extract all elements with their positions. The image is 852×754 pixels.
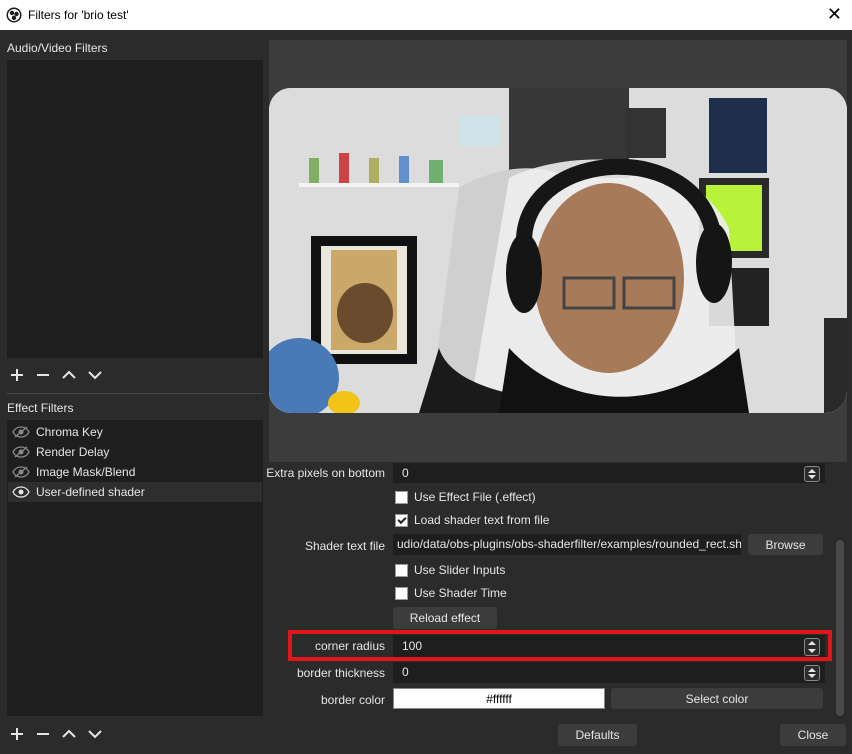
move-up-icon[interactable] [60, 725, 78, 743]
eye-visible-icon[interactable] [12, 485, 30, 499]
move-down-icon[interactable] [86, 366, 104, 384]
camera-preview [269, 88, 847, 413]
effect-filter-item-render-delay[interactable]: Render Delay [8, 442, 262, 462]
use-shader-time-label: Use Shader Time [414, 586, 507, 600]
use-effect-file-label: Use Effect File (.effect) [414, 490, 536, 504]
effect-filter-item-image-mask-blend[interactable]: Image Mask/Blend [8, 462, 262, 482]
window-title: Filters for 'brio test' [28, 8, 129, 22]
extra-pixels-bottom-field[interactable]: 0 [393, 463, 825, 483]
filter-label: Chroma Key [36, 425, 103, 439]
section-divider [6, 393, 263, 394]
effect-filters-label: Effect Filters [7, 401, 74, 415]
shader-text-file-field[interactable]: udio/data/obs-plugins/obs-shaderfilter/e… [393, 534, 741, 555]
extra-pixels-bottom-label: Extra pixels on bottom [266, 466, 385, 480]
audio-video-filters-list[interactable] [7, 60, 263, 358]
use-effect-file-row[interactable]: Use Effect File (.effect) [395, 490, 536, 504]
border-thickness-label: border thickness [296, 666, 385, 680]
properties-scrollbar[interactable] [835, 540, 845, 718]
eye-hidden-icon[interactable] [12, 445, 30, 459]
border-color-swatch: #ffffff [393, 688, 605, 709]
shader-text-file-label: Shader text file [304, 539, 385, 553]
effect-filters-toolbar [8, 725, 104, 743]
remove-filter-icon[interactable] [34, 725, 52, 743]
use-shader-time-row[interactable]: Use Shader Time [395, 586, 507, 600]
defaults-button[interactable]: Defaults [558, 724, 637, 746]
filter-label: Render Delay [36, 445, 110, 459]
load-shader-text-row[interactable]: Load shader text from file [395, 513, 549, 527]
use-shader-time-checkbox[interactable] [395, 586, 408, 600]
add-filter-icon[interactable] [8, 725, 26, 743]
audio-video-toolbar [8, 366, 104, 384]
eye-hidden-icon[interactable] [12, 465, 30, 479]
reload-effect-button[interactable]: Reload effect [393, 607, 497, 629]
add-filter-icon[interactable] [8, 366, 26, 384]
use-slider-inputs-checkbox[interactable] [395, 563, 408, 577]
close-button[interactable]: Close [780, 724, 846, 746]
border-thickness-field[interactable]: 0 [393, 662, 825, 683]
effect-filter-item-user-defined-shader[interactable]: User-defined shader [8, 482, 262, 502]
filter-label: User-defined shader [36, 485, 145, 499]
scrollbar-thumb[interactable] [836, 540, 844, 716]
eye-hidden-icon[interactable] [12, 425, 30, 439]
spin-arrows-icon[interactable] [804, 665, 820, 681]
use-slider-inputs-label: Use Slider Inputs [414, 563, 506, 577]
title-bar: Filters for 'brio test' ✕ [0, 0, 852, 30]
move-down-icon[interactable] [86, 725, 104, 743]
audio-video-filters-label: Audio/Video Filters [7, 41, 108, 55]
browse-button[interactable]: Browse [748, 534, 823, 555]
load-shader-text-label: Load shader text from file [414, 513, 550, 527]
filter-label: Image Mask/Blend [36, 465, 136, 479]
select-color-button[interactable]: Select color [611, 688, 823, 709]
camera-preview-image [269, 88, 847, 413]
remove-filter-icon[interactable] [34, 366, 52, 384]
extra-pixels-bottom-value: 0 [402, 466, 409, 480]
use-effect-file-checkbox[interactable] [395, 490, 408, 504]
corner-radius-highlight [288, 630, 832, 661]
effect-filter-item-chroma-key[interactable]: Chroma Key [8, 422, 262, 442]
load-shader-text-checkbox[interactable] [395, 513, 408, 527]
border-color-label: border color [320, 693, 385, 707]
move-up-icon[interactable] [60, 366, 78, 384]
border-thickness-value: 0 [402, 665, 409, 679]
spin-arrows-icon[interactable] [804, 466, 820, 482]
use-slider-inputs-row[interactable]: Use Slider Inputs [395, 563, 505, 577]
window-close-icon[interactable]: ✕ [827, 5, 842, 23]
obs-logo-icon [6, 7, 22, 23]
